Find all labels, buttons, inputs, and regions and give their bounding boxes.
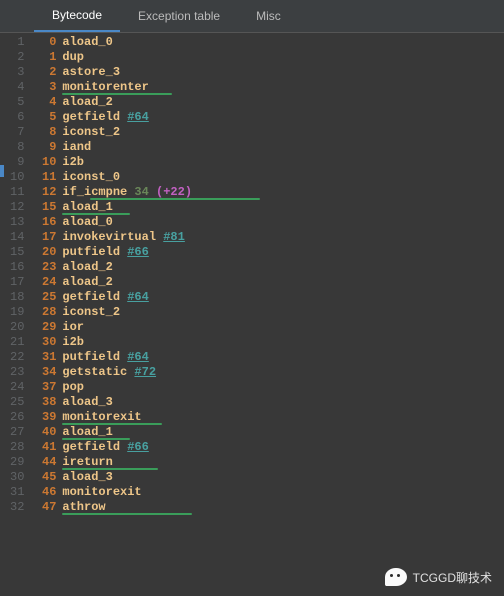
gutter-marker[interactable] — [0, 165, 4, 177]
code-line[interactable]: 0aload_0 — [30, 35, 192, 50]
tab-misc[interactable]: Misc — [238, 1, 299, 31]
code-line[interactable]: 15aload_1 — [30, 200, 192, 215]
code-line[interactable]: 31putfield #64 — [30, 350, 192, 365]
code-line[interactable]: 47athrow — [30, 500, 192, 515]
code-line[interactable]: 5getfield #64 — [30, 110, 192, 125]
code-line[interactable]: 1dup — [30, 50, 192, 65]
code-line[interactable]: 45aload_3 — [30, 470, 192, 485]
watermark-text: TCGGD聊技术 — [413, 569, 492, 586]
code-line[interactable]: 10i2b — [30, 155, 192, 170]
code-lines: 0aload_01dup2astore_33monitorenter4aload… — [30, 33, 192, 596]
code-line[interactable]: 30i2b — [30, 335, 192, 350]
code-line[interactable]: 29ior — [30, 320, 192, 335]
code-line[interactable]: 20putfield #66 — [30, 245, 192, 260]
code-line[interactable]: 38aload_3 — [30, 395, 192, 410]
code-line[interactable]: 46monitorexit — [30, 485, 192, 500]
code-line[interactable]: 39monitorexit — [30, 410, 192, 425]
code-line[interactable]: 16aload_0 — [30, 215, 192, 230]
code-line[interactable]: 3monitorenter — [30, 80, 192, 95]
bytecode-viewer: Bytecode Exception table Misc 1234567891… — [0, 0, 504, 596]
code-line[interactable]: 11iconst_0 — [30, 170, 192, 185]
tab-bar: Bytecode Exception table Misc — [0, 0, 504, 33]
code-line[interactable]: 8iconst_2 — [30, 125, 192, 140]
code-line[interactable]: 44ireturn — [30, 455, 192, 470]
line-number-gutter: 1234567891011121314151617181920212223242… — [0, 33, 30, 596]
code-line[interactable]: 41getfield #66 — [30, 440, 192, 455]
code-line[interactable]: 37pop — [30, 380, 192, 395]
code-line[interactable]: 9iand — [30, 140, 192, 155]
code-line[interactable]: 25getfield #64 — [30, 290, 192, 305]
code-line[interactable]: 24aload_2 — [30, 275, 192, 290]
code-line[interactable]: 34getstatic #72 — [30, 365, 192, 380]
code-line[interactable]: 4aload_2 — [30, 95, 192, 110]
wechat-icon — [385, 568, 407, 586]
code-line[interactable]: 17invokevirtual #81 — [30, 230, 192, 245]
code-line[interactable]: 12if_icmpne 34 (+22) — [30, 185, 192, 200]
code-line[interactable]: 23aload_2 — [30, 260, 192, 275]
code-line[interactable]: 40aload_1 — [30, 425, 192, 440]
tab-exception-table[interactable]: Exception table — [120, 1, 238, 31]
watermark: TCGGD聊技术 — [385, 568, 492, 586]
code-line[interactable]: 28iconst_2 — [30, 305, 192, 320]
code-area[interactable]: 1234567891011121314151617181920212223242… — [0, 33, 504, 596]
code-line[interactable]: 2astore_3 — [30, 65, 192, 80]
tab-bytecode[interactable]: Bytecode — [34, 0, 120, 32]
